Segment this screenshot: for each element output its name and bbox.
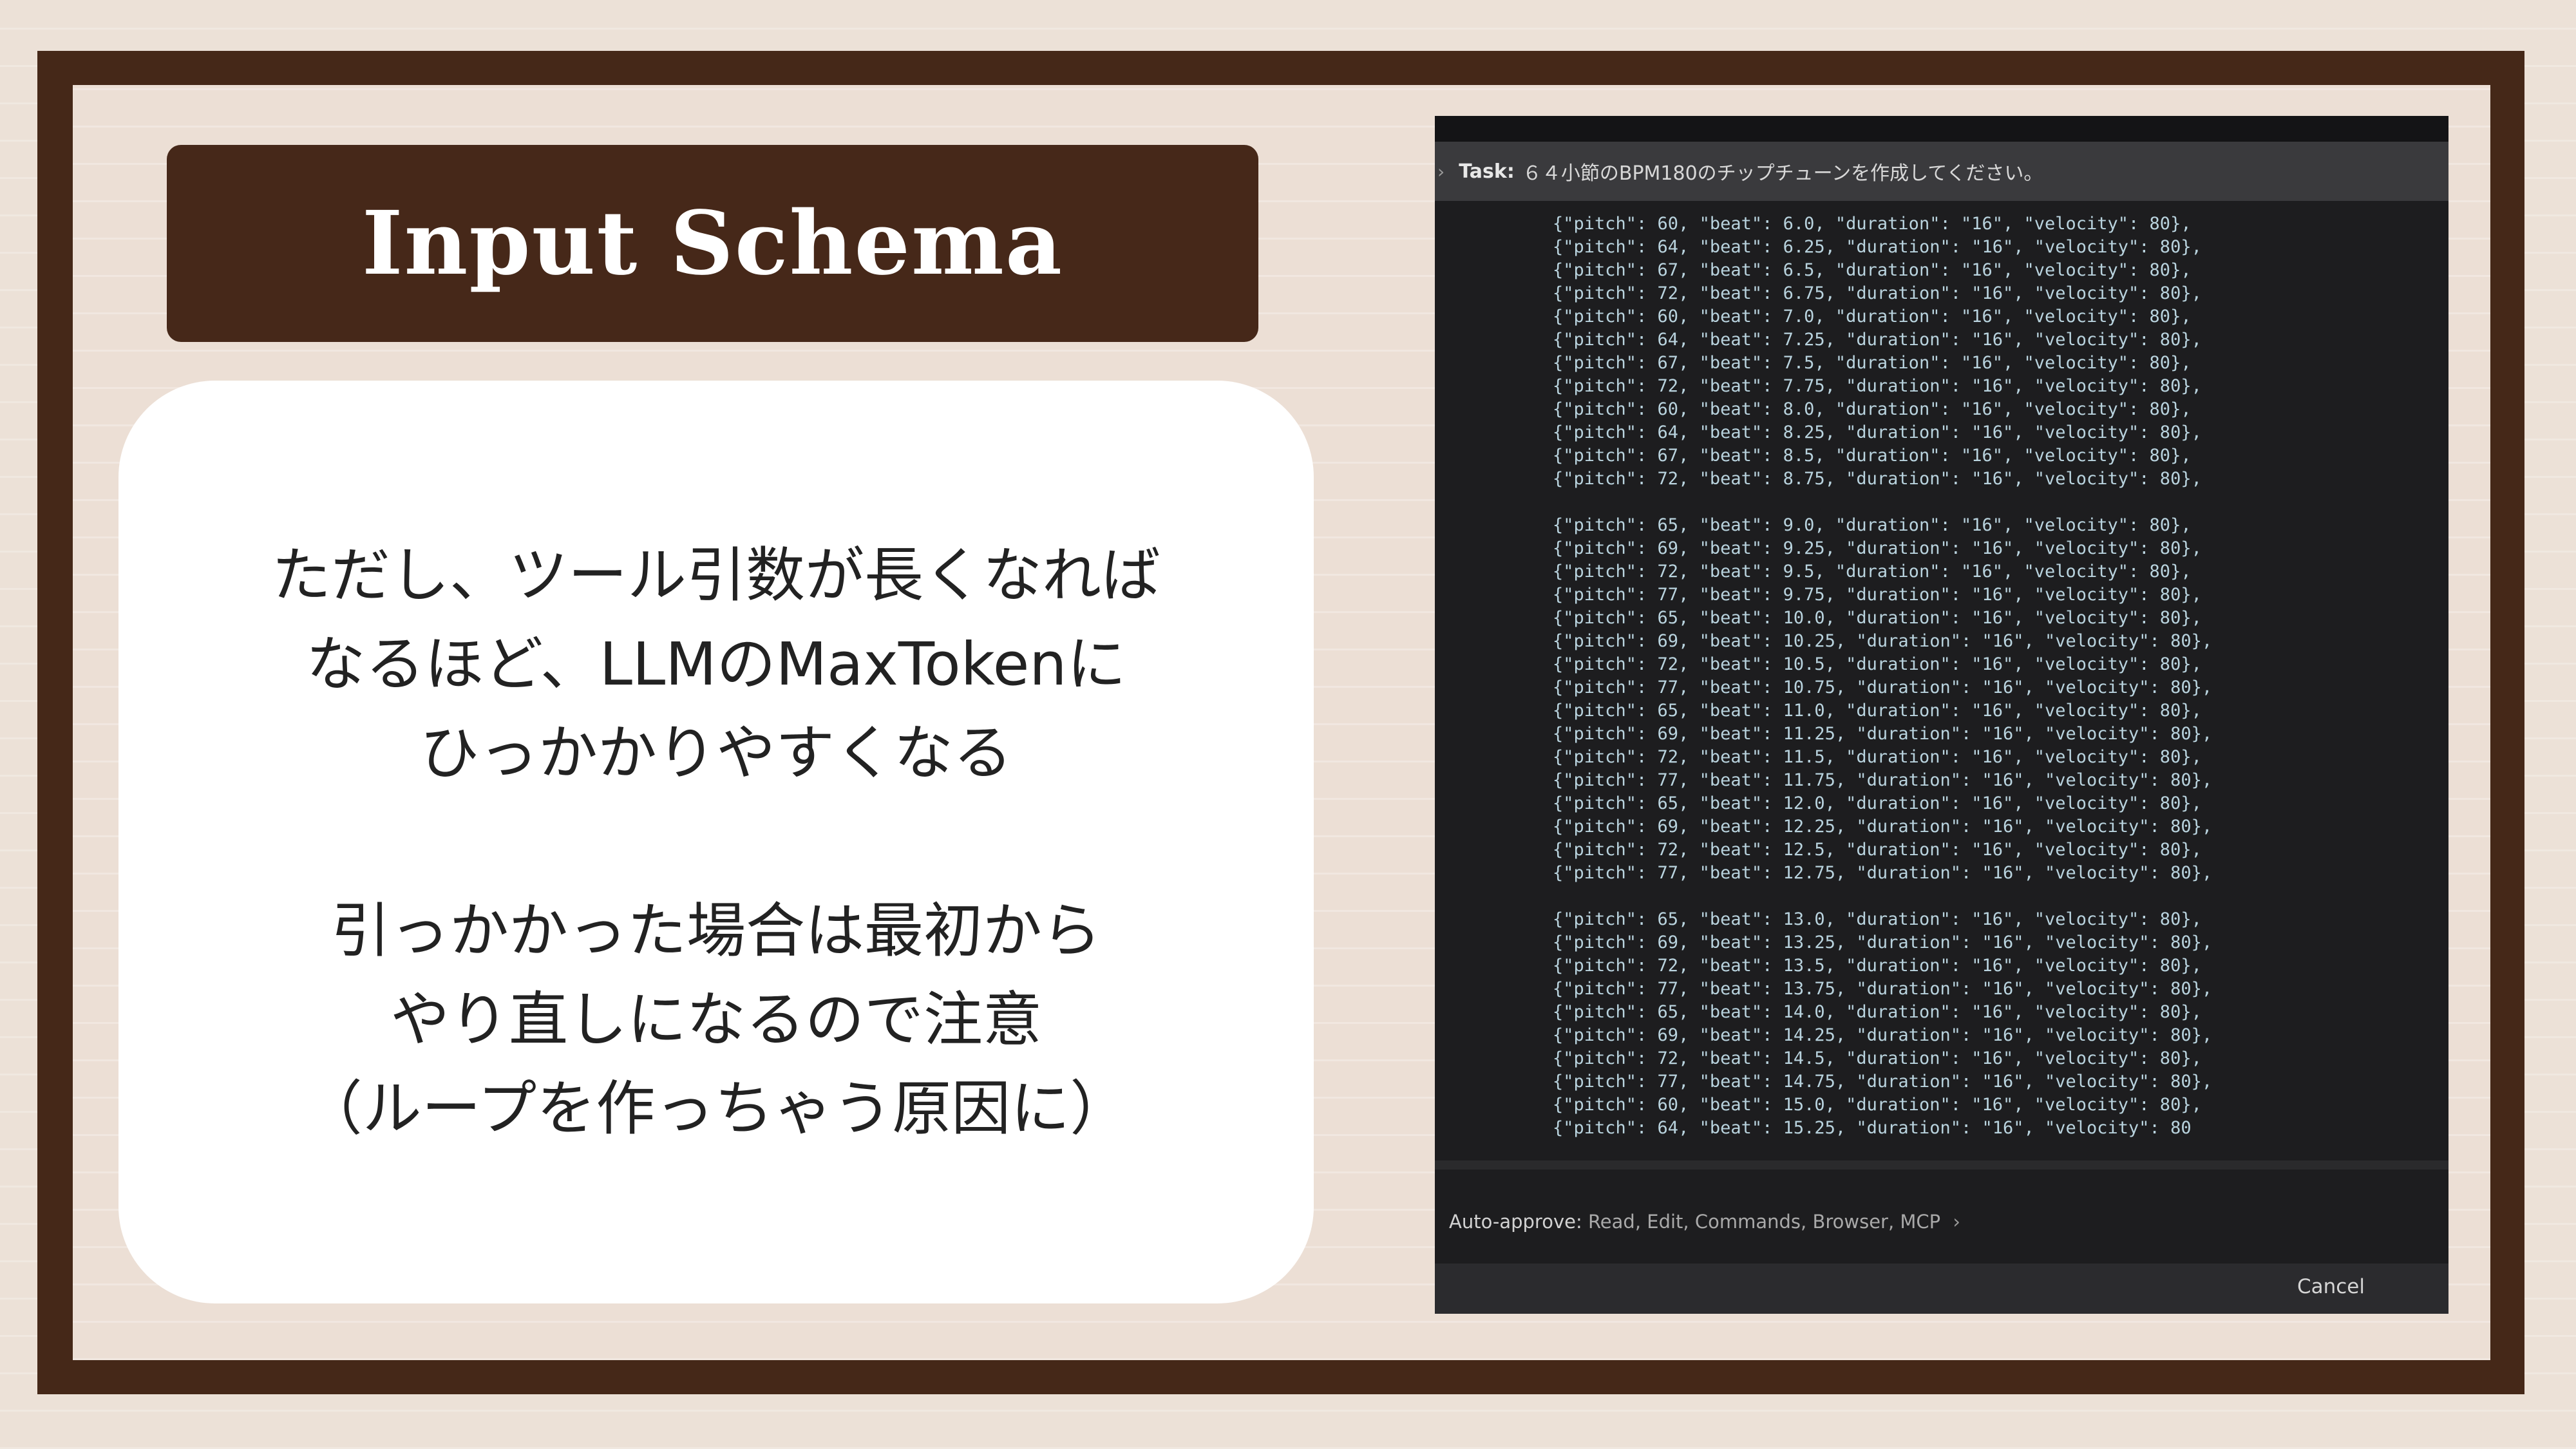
code-line: {"pitch": 72, "beat": 11.5, "duration": … — [1553, 747, 2202, 767]
code-line: {"pitch": 77, "beat": 11.75, "duration":… — [1553, 770, 2213, 790]
code-line: {"pitch": 67, "beat": 6.5, "duration": "… — [1553, 260, 2192, 280]
code-line: {"pitch": 65, "beat": 9.0, "duration": "… — [1553, 515, 2192, 535]
code-line: {"pitch": 72, "beat": 9.5, "duration": "… — [1553, 562, 2192, 582]
note-paragraph-2: 引っかかった場合は最初から やり直しになるので注意 （ループを作っちゃう原因に） — [303, 887, 1129, 1153]
slide-title: Input Schema — [361, 192, 1064, 295]
code-line: {"pitch": 60, "beat": 15.0, "duration": … — [1553, 1095, 2202, 1115]
code-line: {"pitch": 72, "beat": 7.75, "duration": … — [1553, 376, 2202, 396]
code-line: {"pitch": 65, "beat": 13.0, "duration": … — [1553, 909, 2202, 929]
code-line: {"pitch": 72, "beat": 12.5, "duration": … — [1553, 840, 2202, 860]
code-line: {"pitch": 69, "beat": 13.25, "duration":… — [1553, 933, 2213, 952]
auto-approve-label: Auto-approve: — [1449, 1211, 1582, 1233]
code-line: {"pitch": 77, "beat": 9.75, "duration": … — [1553, 585, 2202, 605]
chevron-right-icon[interactable]: › — [1437, 161, 1444, 182]
code-line: {"pitch": 64, "beat": 8.25, "duration": … — [1553, 422, 2202, 442]
code-line: {"pitch": 69, "beat": 12.25, "duration":… — [1553, 817, 2213, 837]
note-paragraph-1: ただし、ツール引数が長くなれば なるほど、LLMのMaxTokenに ひっかかり… — [272, 531, 1160, 798]
code-line: {"pitch": 65, "beat": 12.0, "duration": … — [1553, 793, 2202, 813]
code-line: {"pitch": 72, "beat": 6.75, "duration": … — [1553, 283, 2202, 303]
editor-screenshot: › Task: ６４小節のBPM180のチップチューンを作成してください。 {"… — [1435, 116, 2448, 1314]
note-line: なるほど、LLMのMaxTokenに — [306, 629, 1126, 699]
code-line: {"pitch": 69, "beat": 14.25, "duration":… — [1553, 1025, 2213, 1045]
divider — [1435, 1160, 2448, 1170]
action-bar — [1435, 1264, 2448, 1314]
note-card: ただし、ツール引数が長くなれば なるほど、LLMのMaxTokenに ひっかかり… — [118, 381, 1314, 1303]
code-line: {"pitch": 64, "beat": 7.25, "duration": … — [1553, 330, 2202, 350]
code-line: {"pitch": 77, "beat": 14.75, "duration":… — [1553, 1072, 2213, 1092]
code-line: {"pitch": 65, "beat": 10.0, "duration": … — [1553, 608, 2202, 628]
auto-approve-value: Read, Edit, Commands, Browser, MCP — [1587, 1211, 1941, 1233]
code-line: {"pitch": 65, "beat": 14.0, "duration": … — [1553, 1002, 2202, 1022]
note-line: （ループを作っちゃう原因に） — [303, 1074, 1130, 1143]
code-line: {"pitch": 67, "beat": 8.5, "duration": "… — [1553, 446, 2192, 466]
code-line: {"pitch": 60, "beat": 7.0, "duration": "… — [1553, 307, 2192, 327]
code-line: {"pitch": 69, "beat": 10.25, "duration":… — [1553, 631, 2213, 651]
code-line: {"pitch": 72, "beat": 14.5, "duration": … — [1553, 1048, 2202, 1068]
title-banner: Input Schema — [167, 145, 1258, 342]
task-label: Task: — [1459, 160, 1515, 183]
code-line: {"pitch": 72, "beat": 8.75, "duration": … — [1553, 469, 2202, 489]
note-line: ひっかかりやすくなる — [419, 718, 1012, 788]
code-line: {"pitch": 60, "beat": 8.0, "duration": "… — [1553, 399, 2192, 419]
note-line: 引っかかった場合は最初から — [330, 896, 1101, 965]
code-line: {"pitch": 77, "beat": 13.75, "duration":… — [1553, 979, 2213, 999]
code-line: {"pitch": 72, "beat": 10.5, "duration": … — [1553, 654, 2202, 674]
code-line: {"pitch": 69, "beat": 11.25, "duration":… — [1553, 724, 2213, 744]
code-line: {"pitch": 67, "beat": 7.5, "duration": "… — [1553, 353, 2192, 373]
code-line: {"pitch": 60, "beat": 6.0, "duration": "… — [1553, 214, 2192, 234]
code-line: {"pitch": 64, "beat": 6.25, "duration": … — [1553, 237, 2202, 257]
task-text: ６４小節のBPM180のチップチューンを作成してください。 — [1522, 162, 2043, 185]
code-line: {"pitch": 64, "beat": 15.25, "duration":… — [1553, 1118, 2192, 1138]
code-output: {"pitch": 60, "beat": 6.0, "duration": "… — [1553, 213, 2212, 1140]
note-line: やり直しになるので注意 — [390, 985, 1042, 1054]
code-line: {"pitch": 72, "beat": 13.5, "duration": … — [1553, 956, 2202, 976]
auto-approve-row[interactable]: Auto-approve: Read, Edit, Commands, Brow… — [1449, 1211, 1960, 1233]
code-line: {"pitch": 65, "beat": 11.0, "duration": … — [1553, 701, 2202, 721]
task-bar: › Task: ６４小節のBPM180のチップチューンを作成してください。 — [1435, 142, 2448, 201]
code-line: {"pitch": 77, "beat": 10.75, "duration":… — [1553, 677, 2213, 697]
cancel-button[interactable]: Cancel — [2297, 1267, 2365, 1306]
code-line: {"pitch": 77, "beat": 12.75, "duration":… — [1553, 863, 2213, 883]
note-line: ただし、ツール引数が長くなれば — [271, 540, 1160, 610]
screenshot-top-bar — [1435, 116, 2448, 142]
chevron-right-icon[interactable]: › — [1953, 1211, 1960, 1233]
code-line: {"pitch": 69, "beat": 9.25, "duration": … — [1553, 538, 2202, 558]
